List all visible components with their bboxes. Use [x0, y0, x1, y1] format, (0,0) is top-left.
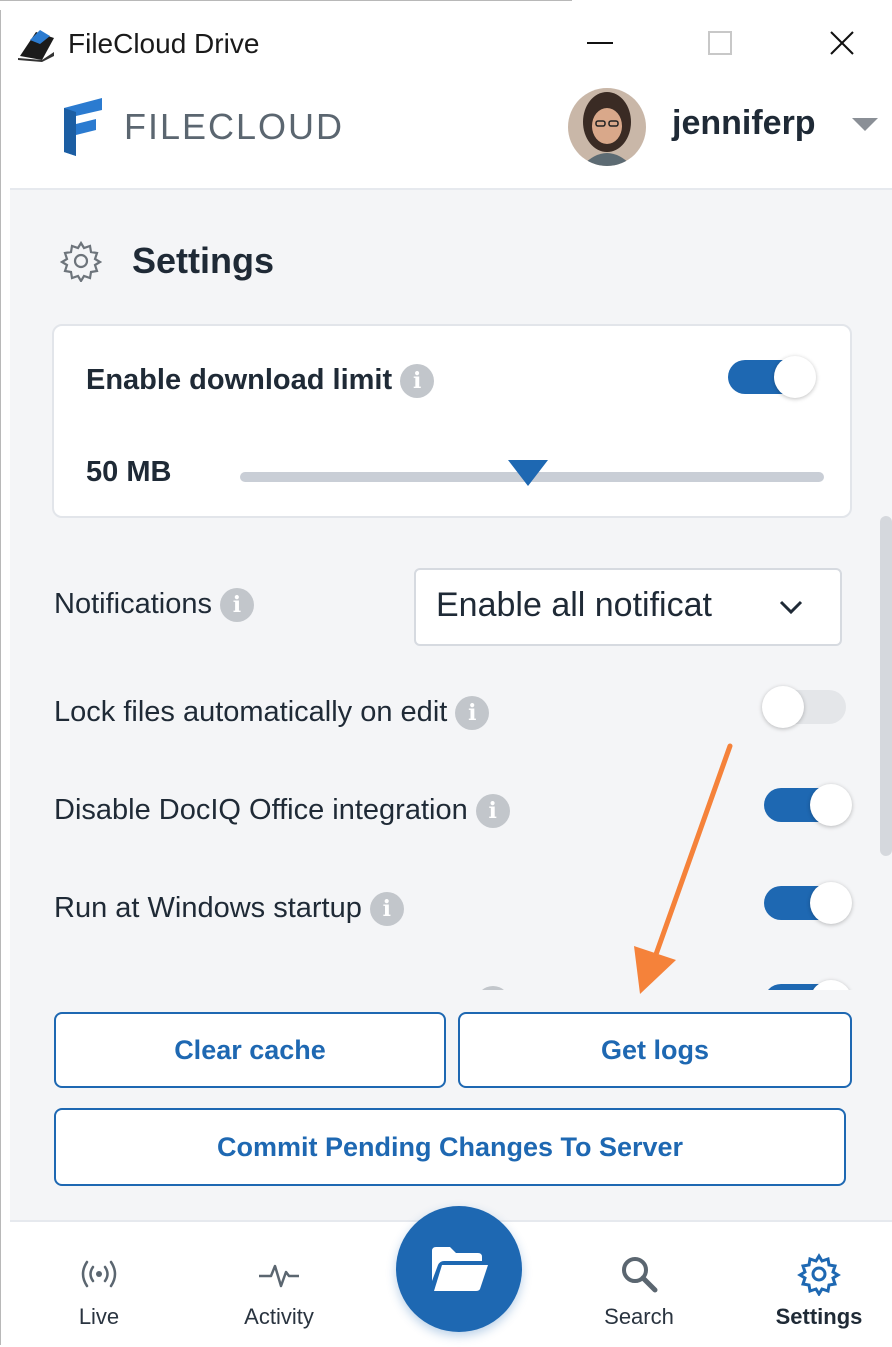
download-limit-card: Enable download limit i 50 MB [52, 324, 852, 518]
nav-activity[interactable]: Activity [204, 1222, 354, 1347]
chevron-down-icon [779, 600, 803, 615]
download-limit-value: 50 MB [86, 456, 172, 488]
title-bar: FileCloud Drive [10, 10, 892, 78]
filecloud-logo-icon [64, 98, 102, 156]
notifications-label-text: Notifications [54, 588, 212, 620]
settings-icon [797, 1253, 841, 1296]
close-icon [830, 31, 854, 55]
get-logs-button[interactable]: Get logs [458, 1012, 852, 1088]
app-icon [18, 30, 54, 62]
settings-panel: Settings Enable download limit i 50 MB No… [10, 190, 892, 990]
app-header: FILECLOUD jenniferp [10, 78, 892, 190]
maximize-icon [708, 31, 732, 55]
download-limit-label-text: Enable download limit [86, 364, 393, 396]
window-title: FileCloud Drive [68, 28, 260, 59]
nav-live-label: Live [78, 1304, 120, 1329]
brand-logo-text: FILECLOUD [124, 106, 345, 147]
chevron-down-icon[interactable] [852, 118, 878, 131]
commit-changes-button[interactable]: Commit Pending Changes To Server [54, 1108, 846, 1186]
disable-dociq-toggle[interactable] [764, 784, 852, 826]
partial-toggle [764, 980, 852, 990]
nav-search[interactable]: Search [564, 1222, 714, 1347]
scrollbar[interactable] [880, 516, 892, 856]
disable-dociq-label-text: Disable DocIQ Office integration [54, 794, 468, 826]
lock-files-label: Lock files automatically on edit i [54, 696, 490, 731]
run-at-startup-label-text: Run at Windows startup [54, 892, 362, 924]
info-icon[interactable]: i [455, 696, 490, 731]
notifications-label: Notifications i [54, 588, 254, 623]
page-title: Settings [132, 240, 275, 281]
nav-settings[interactable]: Settings [744, 1222, 892, 1347]
disable-dociq-label: Disable DocIQ Office integration i [54, 794, 510, 829]
live-icon [81, 1260, 117, 1288]
minimize-icon [587, 42, 613, 44]
run-at-startup-toggle[interactable] [764, 882, 852, 924]
username[interactable]: jenniferp [672, 104, 816, 143]
activity-icon [259, 1264, 299, 1288]
info-icon[interactable]: i [400, 364, 435, 399]
actions-panel: Clear cache Get logs Commit Pending Chan… [10, 990, 892, 1220]
download-limit-label: Enable download limit i [86, 364, 435, 399]
download-limit-toggle[interactable] [728, 356, 816, 398]
nav-activity-label: Activity [244, 1304, 314, 1329]
info-icon[interactable]: i [369, 892, 404, 927]
info-icon[interactable]: i [219, 588, 254, 623]
minimize-button[interactable] [570, 18, 630, 68]
search-icon [622, 1257, 658, 1293]
folder-icon [432, 1247, 488, 1291]
run-at-startup-label: Run at Windows startup i [54, 892, 404, 927]
notifications-select[interactable]: Enable all notificat [414, 568, 842, 646]
notifications-select-value: Enable all notificat [436, 586, 712, 624]
maximize-button[interactable] [690, 18, 750, 68]
bottom-nav: Live Activity Search Settings [10, 1206, 892, 1347]
lock-files-toggle[interactable] [762, 686, 850, 728]
lock-files-label-text: Lock files automatically on edit [54, 696, 448, 728]
nav-settings-label: Settings [775, 1304, 863, 1329]
files-button[interactable] [396, 1206, 522, 1332]
avatar[interactable] [568, 88, 646, 166]
nav-live[interactable]: Live [24, 1222, 174, 1347]
clear-cache-button[interactable]: Clear cache [54, 1012, 446, 1088]
nav-search-label: Search [604, 1304, 674, 1329]
slider-thumb[interactable] [508, 460, 548, 486]
close-button[interactable] [812, 18, 872, 68]
gear-icon [60, 240, 102, 282]
info-icon[interactable]: i [475, 794, 510, 829]
user-photo [568, 88, 646, 166]
